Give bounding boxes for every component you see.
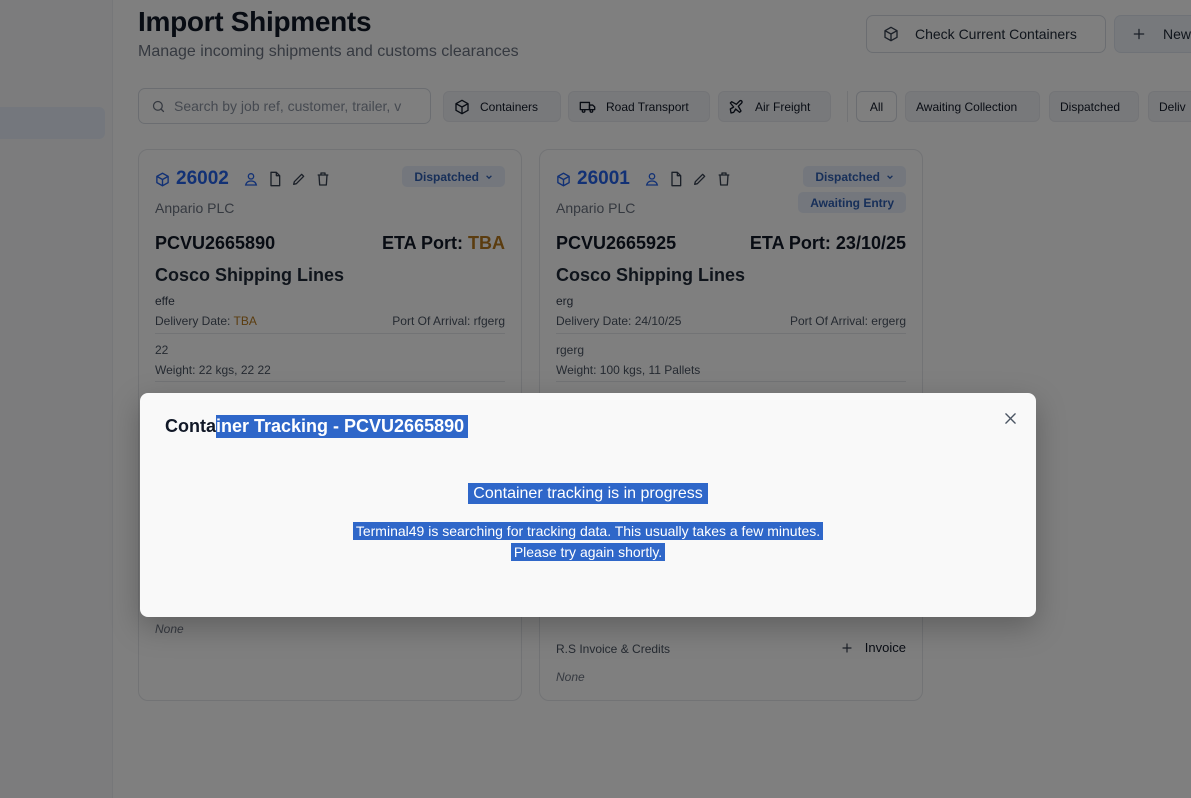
close-icon[interactable] — [1002, 410, 1018, 426]
container-tracking-dialog: Container Tracking - PCVU2665890 Contain… — [140, 393, 1036, 617]
dialog-title-selected: iner Tracking - PCVU2665890 — [216, 415, 469, 438]
tracking-message-line2: Please try again shortly. — [510, 543, 666, 561]
tracking-status-heading: Container tracking is in progress — [140, 483, 1036, 504]
tracking-status-heading-text: Container tracking is in progress — [468, 483, 708, 504]
tracking-status-message: Terminal49 is searching for tracking dat… — [140, 521, 1036, 563]
dialog-title: Container Tracking - PCVU2665890 — [165, 415, 469, 438]
tracking-message-line1: Terminal49 is searching for tracking dat… — [352, 522, 824, 540]
dialog-title-prefix: Conta — [165, 416, 216, 436]
